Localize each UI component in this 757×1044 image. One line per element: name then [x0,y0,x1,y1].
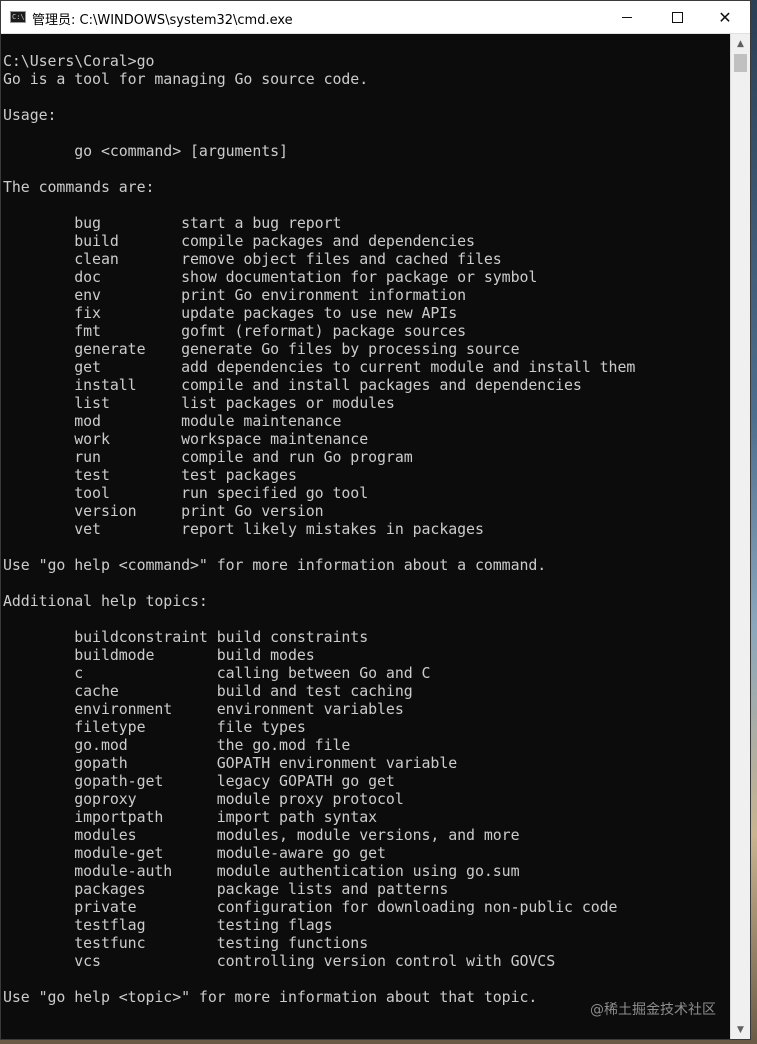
console-line: cache build and test caching [3,682,413,700]
minimize-icon [622,16,632,18]
scroll-up-button[interactable]: ▲ [731,35,750,52]
console-line: vcs controlling version control with GOV… [3,952,556,970]
console-line: Additional help topics: [3,592,208,610]
console-line: filetype file types [3,718,306,736]
console-line: build compile packages and dependencies [3,232,475,250]
console-line: testfunc testing functions [3,934,369,952]
console-line: gopath-get legacy GOPATH go get [3,772,395,790]
console-line: test test packages [3,466,297,484]
watermark: @稀土掘金技术社区 [590,1002,716,1018]
console-line: Usage: [3,106,57,124]
console-line: buildmode build modes [3,646,315,664]
console-line: c calling between Go and C [3,664,431,682]
console-line: Use "go help <command>" for more informa… [3,556,547,574]
console-line: tool run specified go tool [3,484,369,502]
chevron-up-icon: ▲ [737,38,744,49]
console-line: doc show documentation for package or sy… [3,268,538,286]
close-button[interactable]: ✕ [700,1,750,33]
console-line: C:\Users\Coral>go [3,52,155,70]
console-line: environment environment variables [3,700,404,718]
console-line: install compile and install packages and… [3,376,582,394]
console-line: gopath GOPATH environment variable [3,754,458,772]
maximize-icon [671,11,683,23]
console-line: bug start a bug report [3,214,342,232]
console-line: modules modules, module versions, and mo… [3,826,520,844]
console-line: list list packages or modules [3,394,395,412]
console-line: mod module maintenance [3,412,342,430]
minimize-button[interactable] [602,1,652,33]
scroll-down-button[interactable]: ▼ [731,1021,750,1038]
vertical-scrollbar[interactable]: ▲ ▼ [730,34,750,1039]
console-line: packages package lists and patterns [3,880,449,898]
console-line: goproxy module proxy protocol [3,790,404,808]
console-line: generate generate Go files by processing… [3,340,520,358]
console-line: version print Go version [3,502,324,520]
console-line: clean remove object files and cached fil… [3,250,502,268]
console-line: buildconstraint build constraints [3,628,369,646]
cmd-icon[interactable]: C:\ [10,11,26,23]
console-line: work workspace maintenance [3,430,369,448]
console-line: The commands are: [3,178,155,196]
console-line: importpath import path syntax [3,808,378,826]
console-line: vet report likely mistakes in packages [3,520,484,538]
console-line: fix update packages to use new APIs [3,304,458,322]
console-line: private configuration for downloading no… [3,898,618,916]
console-line: go.mod the go.mod file [3,736,351,754]
maximize-button[interactable] [652,1,702,33]
console-output[interactable]: C:\Users\Coral>go Go is a tool for managi… [3,52,729,1032]
console-line: module-auth module authentication using … [3,862,520,880]
console-line: module-get module-aware go get [3,844,386,862]
console-line: env print Go environment information [3,286,467,304]
console-line: Go is a tool for managing Go source code… [3,70,369,88]
close-icon: ✕ [718,7,732,27]
console-line: run compile and run Go program [3,448,413,466]
console-line: fmt gofmt (reformat) package sources [3,322,467,340]
console-line: testflag testing flags [3,916,333,934]
console-line: go <command> [arguments] [3,142,288,160]
window-title: 管理员: C:\WINDOWS\system32\cmd.exe [32,13,293,28]
scrollbar-thumb[interactable] [734,54,747,72]
chevron-down-icon: ▼ [737,1024,744,1035]
cmd-window[interactable]: C:\ 管理员: C:\WINDOWS\system32\cmd.exe ✕ C… [0,0,751,1040]
console-line: get add dependencies to current module a… [3,358,636,376]
title-bar[interactable]: C:\ 管理员: C:\WINDOWS\system32\cmd.exe ✕ [1,1,750,34]
